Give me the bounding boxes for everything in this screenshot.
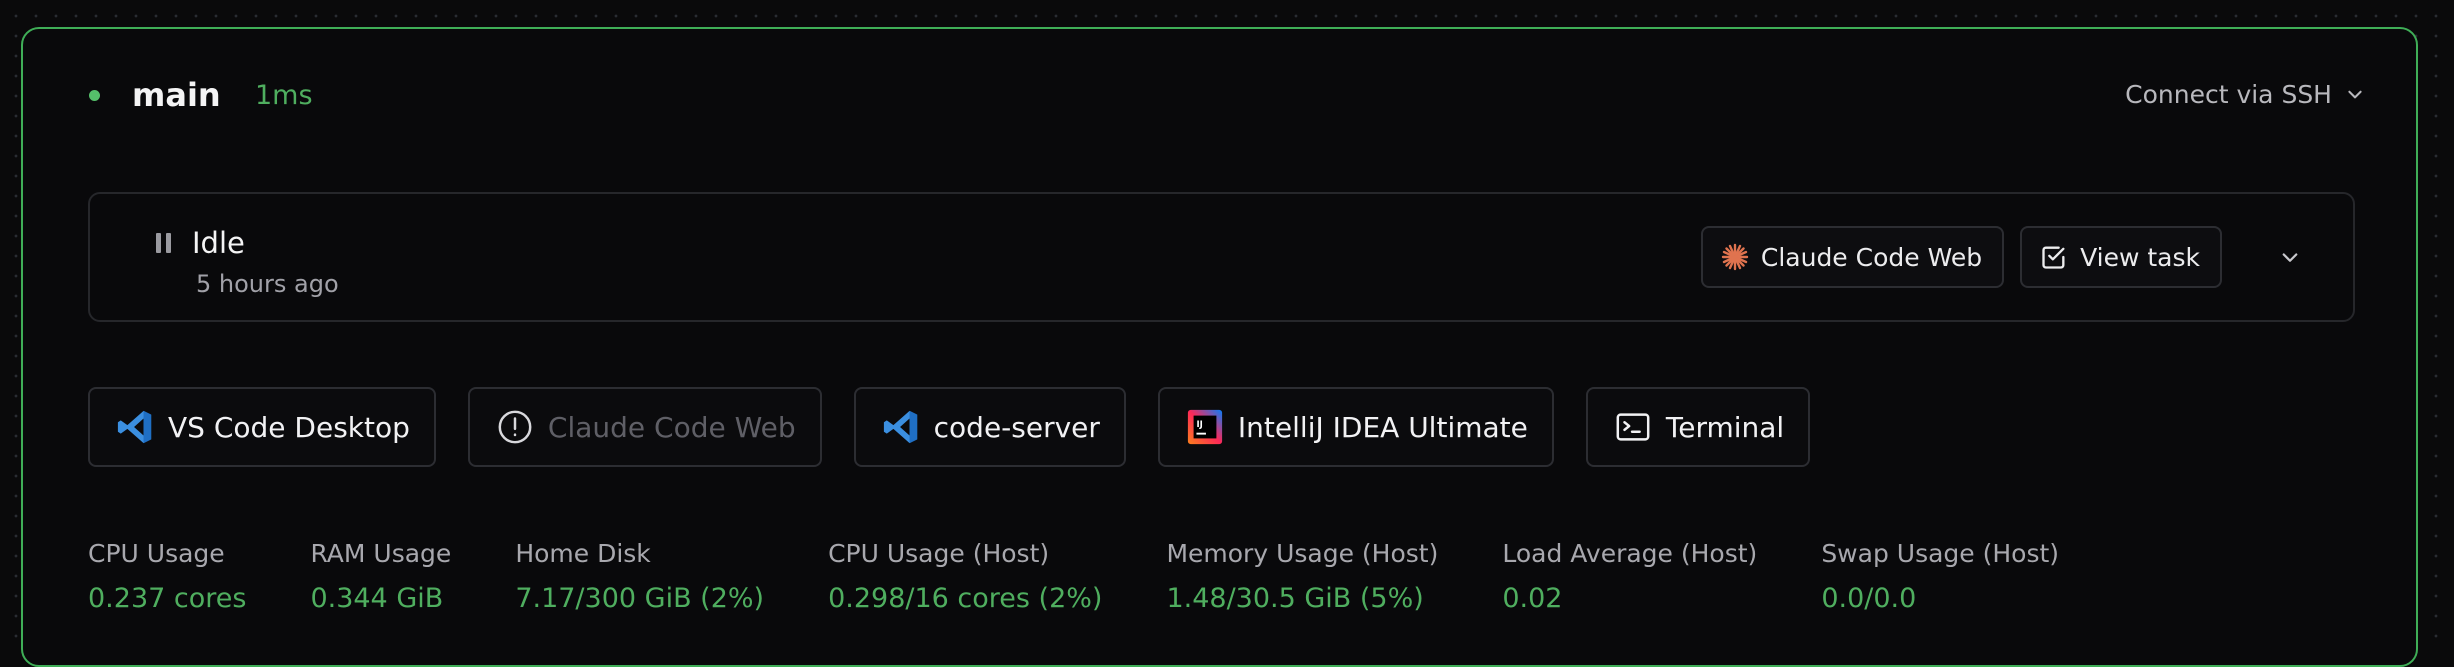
status-actions: Claude Code Web View task (1700, 226, 2310, 288)
status-time: 5 hours ago (196, 270, 339, 298)
view-task-button[interactable]: View task (2020, 226, 2222, 288)
connect-ssh-button[interactable]: Connect via SSH (2125, 73, 2364, 115)
metric-value: 0.344 GiB (310, 583, 444, 614)
metric-label: CPU Usage (88, 539, 225, 568)
connect-ssh-label: Connect via SSH (2125, 79, 2332, 109)
terminal-icon (1614, 408, 1652, 446)
alert-circle-icon (496, 408, 534, 446)
metric-cpu-usage: CPU Usage 0.237 cores (88, 537, 246, 619)
app-label: code-server (933, 410, 1100, 444)
agent-name: main (132, 76, 221, 114)
metric-ram-usage: RAM Usage 0.344 GiB (310, 537, 451, 619)
app-label: Terminal (1665, 410, 1785, 444)
metric-label: Load Average (Host) (1502, 539, 1758, 568)
latency-value: 1ms (255, 80, 313, 111)
metric-cpu-usage-host: CPU Usage (Host) 0.298/16 cores (2%) (828, 537, 1102, 619)
metric-swap-usage-host: Swap Usage (Host) 0.0/0.0 (1821, 537, 2059, 619)
metrics-row: CPU Usage 0.237 cores RAM Usage 0.344 Gi… (88, 537, 2123, 619)
claude-code-web-button[interactable]: Claude Code Web (1700, 226, 2005, 288)
status-panel: Idle 5 hours ago Claude Code Web View ta… (88, 192, 2355, 322)
app-label: Claude Code Web (547, 410, 796, 444)
chevron-down-icon (2348, 90, 2362, 99)
metric-label: RAM Usage (310, 539, 452, 568)
intellij-icon: IJ (1186, 408, 1224, 446)
view-task-label: View task (2080, 242, 2200, 272)
vscode-icon (882, 408, 920, 446)
metric-value: 0.298/16 cores (2%) (828, 583, 1103, 614)
metric-memory-usage-host: Memory Usage (Host) 1.48/30.5 GiB (5%) (1166, 537, 1438, 619)
metric-value: 0.02 (1502, 583, 1563, 614)
vscode-desktop-button[interactable]: VS Code Desktop (88, 387, 436, 467)
claude-code-web-app-button[interactable]: Claude Code Web (467, 387, 822, 467)
metric-label: Memory Usage (Host) (1166, 539, 1439, 568)
metric-value: 0.0/0.0 (1821, 583, 1917, 614)
app-label: IntelliJ IDEA Ultimate (1237, 410, 1528, 444)
code-server-button[interactable]: code-server (853, 387, 1126, 467)
metric-value: 7.17/300 GiB (2%) (515, 583, 765, 614)
checkbox-icon (2042, 246, 2065, 269)
metric-label: CPU Usage (Host) (828, 539, 1050, 568)
claude-code-web-label: Claude Code Web (1760, 242, 1983, 272)
metric-value: 0.237 cores (88, 583, 247, 614)
more-actions-button[interactable] (2270, 237, 2310, 277)
chevron-down-icon (2282, 253, 2298, 262)
claude-sparkle-icon (1721, 243, 1749, 271)
svg-text:IJ: IJ (1196, 420, 1202, 430)
vscode-icon (116, 408, 154, 446)
metric-label: Home Disk (515, 539, 651, 568)
agent-header: main 1ms Connect via SSH (23, 29, 2416, 159)
metric-home-disk: Home Disk 7.17/300 GiB (2%) (515, 537, 764, 619)
metric-label: Swap Usage (Host) (1821, 539, 2060, 568)
app-label: VS Code Desktop (168, 410, 410, 444)
app-launchers: VS Code Desktop Claude Code Web code-ser… (88, 387, 1811, 467)
terminal-button[interactable]: Terminal (1585, 387, 1811, 467)
status-state: Idle (192, 226, 245, 260)
agent-card: main 1ms Connect via SSH Idle 5 hours ag… (21, 27, 2418, 667)
metric-value: 1.48/30.5 GiB (5%) (1166, 583, 1424, 614)
pause-icon (156, 233, 171, 253)
status-dot-icon (89, 90, 100, 101)
metric-load-average-host: Load Average (Host) 0.02 (1502, 537, 1757, 619)
intellij-idea-button[interactable]: IJ IntelliJ IDEA Ultimate (1157, 387, 1554, 467)
